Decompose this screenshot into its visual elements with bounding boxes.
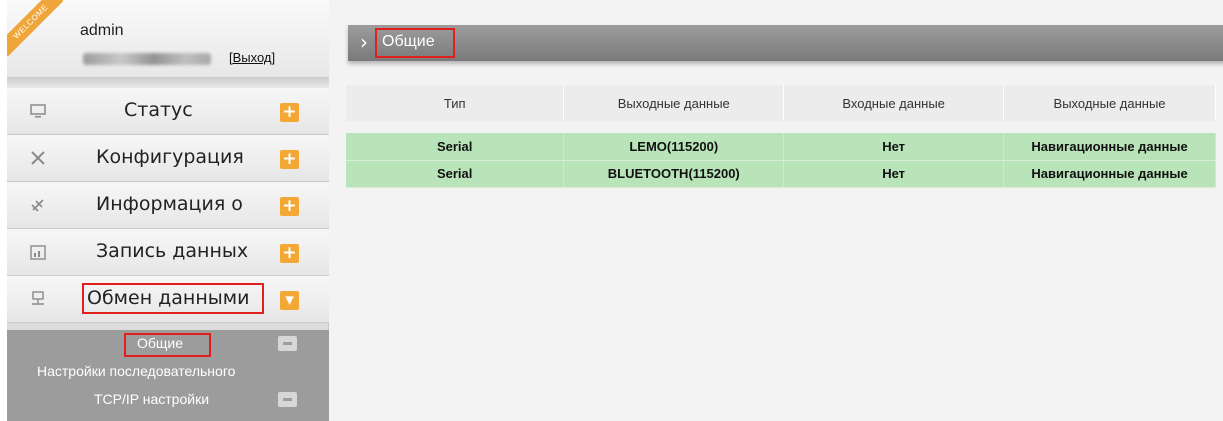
submenu-item-tcpip-settings[interactable]: TCP/IP настройки <box>7 386 329 414</box>
submenu-item-label: Общие <box>137 335 184 351</box>
menu-item-label: Конфигурация <box>96 146 244 168</box>
page-title: Общие <box>382 33 435 50</box>
menu-item-configuration[interactable]: Конфигурация + <box>7 135 329 182</box>
section-header: › Общие <box>348 25 1223 61</box>
table-cell: Навигационные данные <box>1003 133 1216 161</box>
table-row: Serial BLUETOOTH(115200) Нет Навигационн… <box>346 160 1216 188</box>
expand-plus-icon[interactable]: + <box>280 197 299 216</box>
table-header-row: Тип Выходные данные Входные данные Выход… <box>346 85 1216 121</box>
network-icon <box>29 290 47 308</box>
table-cell: Нет <box>783 160 1005 188</box>
table-row: Serial LEMO(115200) Нет Навигационные да… <box>346 133 1216 161</box>
sidebar: WELCOME admin [Выход] Статус + Конфигура… <box>7 0 329 421</box>
submenu-item-general[interactable]: Общие <box>7 330 329 358</box>
username: admin <box>80 22 124 39</box>
menu-item-status[interactable]: Статус + <box>7 88 329 135</box>
menu-item-label: Запись данных <box>96 240 249 262</box>
submenu-item-label: TCP/IP настройки <box>94 391 210 407</box>
menu-item-data-recording[interactable]: Запись данных + <box>7 229 329 276</box>
menu-item-label: Информация о <box>96 193 243 215</box>
menu-item-information[interactable]: Информация о + <box>7 182 329 229</box>
column-header: Выходные данные <box>563 85 785 121</box>
chevron-right-icon: › <box>360 30 368 54</box>
expand-plus-icon[interactable]: + <box>280 103 299 122</box>
table-cell: BLUETOOTH(115200) <box>563 160 785 188</box>
expand-plus-icon[interactable]: + <box>280 150 299 169</box>
welcome-badge: WELCOME <box>7 0 63 56</box>
user-panel: WELCOME admin [Выход] <box>7 0 329 78</box>
main-menu: Статус + Конфигурация + Информация о + З… <box>7 88 329 323</box>
main-content: › Общие Тип Выходные данные Входные данн… <box>329 0 1223 421</box>
monitor-icon <box>29 102 47 120</box>
menu-item-label: Статус <box>124 99 193 121</box>
calendar-icon <box>29 243 47 261</box>
table-cell: LEMO(115200) <box>563 133 785 161</box>
column-header: Выходные данные <box>1003 85 1216 121</box>
table-cell: Serial <box>346 133 565 161</box>
collapse-arrow-icon[interactable]: ▾ <box>280 291 299 310</box>
menu-item-label: Обмен данными <box>87 287 250 309</box>
tools-icon <box>29 149 47 167</box>
logout-link[interactable]: [Выход] <box>229 50 275 65</box>
column-header: Тип <box>346 85 565 121</box>
submenu: Общие Настройки последовательного TCP/IP… <box>7 330 329 421</box>
collapse-minus-icon[interactable] <box>278 392 297 407</box>
welcome-ribbon: WELCOME <box>7 0 63 56</box>
sidebar-separator <box>7 78 329 88</box>
blurred-user-id <box>83 53 211 65</box>
column-header: Входные данные <box>783 85 1005 121</box>
table-cell: Нет <box>783 133 1005 161</box>
expand-plus-icon[interactable]: + <box>280 244 299 263</box>
submenu-item-label: Настройки последовательного <box>37 363 236 379</box>
satellite-icon <box>29 196 47 214</box>
table-cell: Навигационные данные <box>1003 160 1216 188</box>
submenu-item-serial-settings[interactable]: Настройки последовательного <box>7 358 329 386</box>
data-table: Тип Выходные данные Входные данные Выход… <box>346 85 1216 188</box>
collapse-minus-icon[interactable] <box>278 336 297 351</box>
menu-item-data-exchange[interactable]: Обмен данными ▾ <box>7 276 329 323</box>
table-cell: Serial <box>346 160 565 188</box>
